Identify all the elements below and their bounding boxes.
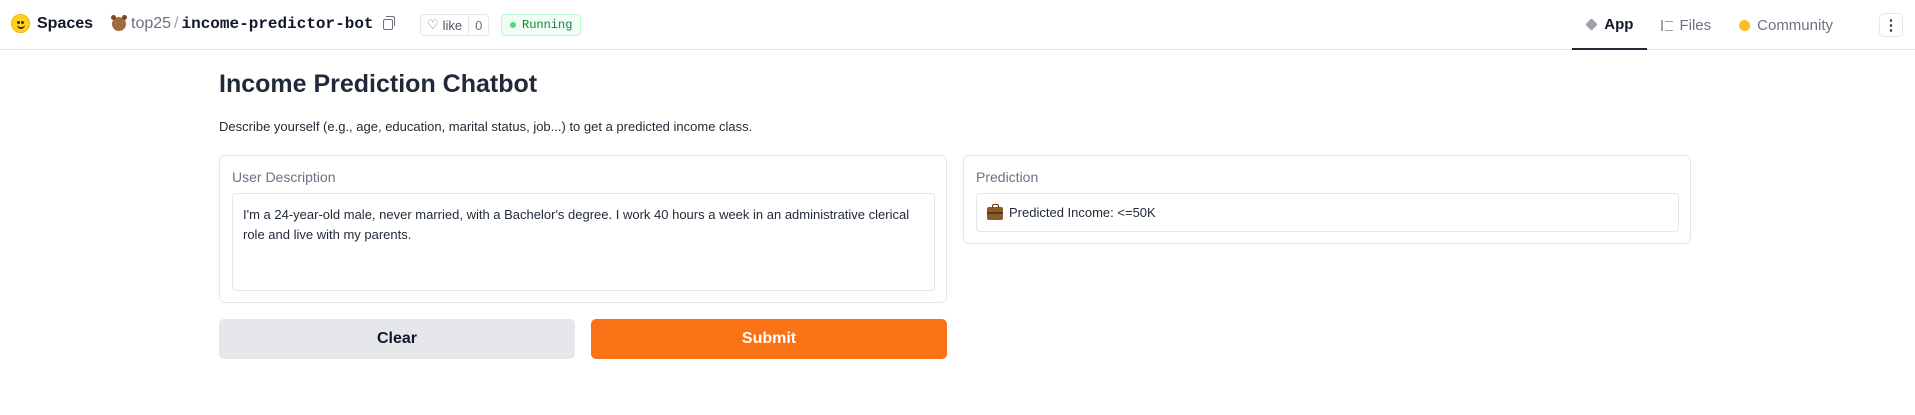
tab-community-label: Community — [1757, 16, 1833, 34]
breadcrumb-separator: / — [174, 15, 179, 32]
like-label: like — [442, 17, 463, 33]
top-bar: Spaces top25 / income-predictor-bot ♡ li… — [0, 0, 1915, 50]
tab-files[interactable]: Files — [1647, 0, 1725, 50]
user-description-label: User Description — [232, 169, 336, 185]
spaces-brand-link[interactable]: Spaces — [11, 14, 93, 33]
repo-breadcrumb: top25 / income-predictor-bot — [111, 15, 395, 33]
page-description: Describe yourself (e.g., age, education,… — [219, 119, 753, 134]
copy-icon[interactable] — [382, 15, 395, 30]
prediction-label: Prediction — [976, 169, 1039, 185]
like-count[interactable]: 0 — [468, 15, 488, 35]
space-nav-tabs: App Files Community — [1572, 0, 1847, 50]
status-badge: Running — [501, 14, 582, 36]
prediction-panel: Prediction Predicted Income: <=50K — [963, 155, 1691, 244]
prediction-output: Predicted Income: <=50K — [976, 193, 1679, 232]
more-options-button[interactable]: ⋮ — [1879, 13, 1903, 37]
like-widget: ♡ like 0 — [420, 14, 490, 36]
app-icon — [1585, 17, 1599, 31]
status-dot-icon — [510, 22, 516, 28]
like-button[interactable]: ♡ like — [421, 15, 468, 35]
kebab-menu-icon: ⋮ — [1883, 17, 1899, 34]
user-description-panel: User Description I'm a 24-year-old male,… — [219, 155, 947, 303]
briefcase-icon — [987, 204, 1003, 220]
community-icon — [1739, 19, 1751, 31]
owner-link[interactable]: top25 — [131, 15, 171, 33]
heart-icon: ♡ — [427, 17, 439, 32]
repo-name-link[interactable]: income-predictor-bot — [182, 15, 374, 33]
status-text: Running — [522, 18, 573, 32]
tab-community[interactable]: Community — [1725, 0, 1847, 50]
submit-button[interactable]: Submit — [591, 319, 947, 359]
prediction-value: Predicted Income: <=50K — [1009, 205, 1156, 220]
tab-app[interactable]: App — [1572, 0, 1648, 50]
page-title: Income Prediction Chatbot — [219, 70, 538, 98]
user-description-input[interactable]: I'm a 24-year-old male, never married, w… — [232, 193, 935, 291]
files-icon — [1661, 19, 1674, 31]
brand-name: Spaces — [37, 14, 94, 32]
tab-app-label: App — [1604, 15, 1634, 33]
owner-avatar — [111, 15, 127, 31]
tab-files-label: Files — [1679, 16, 1712, 34]
hugging-face-logo-icon — [11, 14, 30, 33]
clear-button[interactable]: Clear — [219, 319, 575, 359]
